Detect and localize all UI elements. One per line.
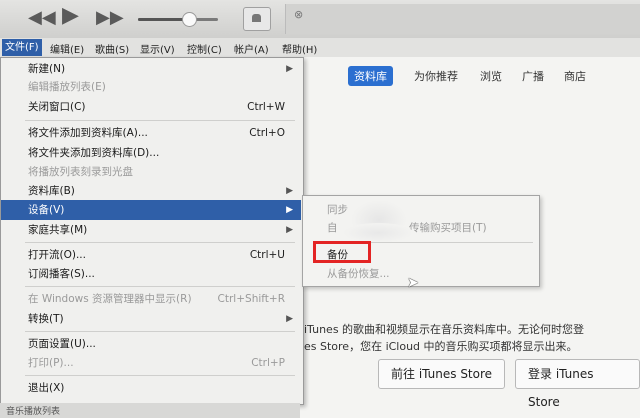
fast-forward-icon[interactable]: ▶▶ xyxy=(96,8,124,28)
menu-item-devices[interactable]: 设备(V) ▶ xyxy=(1,200,301,220)
library-description-line1: iTunes 的歌曲和视频显示在音乐资料库中。无论何时您登 xyxy=(304,323,585,336)
menu-item-open-stream[interactable]: 打开流(O)... Ctrl+U xyxy=(1,245,301,265)
menu-item-print: 打印(P)... Ctrl+P xyxy=(28,357,285,369)
menu-item-page-setup[interactable]: 页面设置(U)... xyxy=(1,334,301,354)
menu-separator xyxy=(25,331,295,332)
tab-library[interactable]: 资料库 xyxy=(348,66,393,86)
volume-knob[interactable] xyxy=(181,12,197,27)
menu-item-home-sharing[interactable]: 家庭共享(M) ▶ xyxy=(1,220,301,240)
submenu-item-transfer-purchases: 自传输购买项目(T) xyxy=(303,218,537,238)
play-icon[interactable]: ▶ xyxy=(62,5,79,27)
sidebar-bottom: 音乐播放列表 xyxy=(0,403,300,418)
menu-item-show-in-explorer: 在 Windows 资源管理器中显示(R) Ctrl+Shift+R xyxy=(28,293,285,305)
chevron-right-icon: ▶ xyxy=(286,64,293,74)
signin-store-button[interactable]: 登录 iTunes Store xyxy=(515,359,640,409)
submenu-item-transfer-suffix: 传输购买项目(T) xyxy=(409,222,487,234)
menu-item-subscribe-podcast[interactable]: 订阅播客(S)... xyxy=(1,264,301,284)
goto-store-button[interactable]: 前往 iTunes Store xyxy=(378,359,506,389)
menu-item-new[interactable]: 新建(N) ▶ xyxy=(1,59,301,79)
tab-browse[interactable]: 浏览 xyxy=(474,66,508,86)
menu-item-convert[interactable]: 转换(T) ▶ xyxy=(1,309,301,329)
menu-bar: 文件(F) 编辑(E) 歌曲(S) 显示(V) 控制(C) 帐户(A) 帮助(H… xyxy=(0,38,640,58)
menu-item-add-file[interactable]: 将文件添加到资料库(A)... Ctrl+O xyxy=(1,123,301,143)
volume-fill xyxy=(138,18,188,21)
menu-item-exit[interactable]: 退出(X) xyxy=(1,378,301,398)
sidebar-section-label: 音乐播放列表 xyxy=(6,407,61,417)
volume-slider[interactable] xyxy=(138,18,218,21)
menu-separator xyxy=(25,120,295,121)
menu-controls[interactable]: 控制(C) xyxy=(187,41,222,56)
menu-separator xyxy=(25,242,295,243)
menu-separator xyxy=(25,286,295,287)
chevron-right-icon: ▶ xyxy=(286,205,293,215)
tab-radio[interactable]: 广播 xyxy=(516,66,550,86)
blurred-device-name xyxy=(343,223,413,243)
menu-help[interactable]: 帮助(H) xyxy=(282,41,317,56)
menu-view[interactable]: 显示(V) xyxy=(140,41,175,56)
file-menu-dropdown: 新建(N) ▶ 编辑播放列表(E) 关闭窗口(C) Ctrl+W 将文件添加到资料库… xyxy=(0,57,304,405)
library-description-line2: es Store，您在 iCloud 中的音乐购买项都将显示出来。 xyxy=(304,340,578,353)
rewind-icon[interactable]: ◀◀ xyxy=(28,8,56,28)
menu-item-add-folder[interactable]: 将文件夹添加到资料库(D)... xyxy=(1,143,301,163)
chevron-right-icon: ▶ xyxy=(286,314,293,324)
menu-edit[interactable]: 编辑(E) xyxy=(50,41,84,56)
tab-store[interactable]: 商店 xyxy=(558,66,592,86)
chevron-right-icon: ▶ xyxy=(286,186,293,196)
chevron-right-icon: ▶ xyxy=(286,225,293,235)
menu-item-close-window[interactable]: 关闭窗口(C) Ctrl+W xyxy=(1,97,301,117)
menu-item-library[interactable]: 资料库(B) ▶ xyxy=(1,181,301,201)
annotation-highlight-box xyxy=(313,241,371,263)
now-playing-display: ⊗ xyxy=(285,4,640,34)
menu-item-burn-playlist: 将播放列表刻录到光盘 xyxy=(28,166,133,178)
mouse-cursor-icon: ➤ xyxy=(407,275,419,291)
menu-item-edit-playlist: 编辑播放列表(E) xyxy=(28,81,106,93)
player-toolbar: ◀◀ ▶ ▶▶ ⊗ xyxy=(0,0,640,39)
airplay-button[interactable] xyxy=(243,7,271,31)
airplay-icon xyxy=(252,14,261,22)
tab-for-you[interactable]: 为你推荐 xyxy=(408,66,464,86)
close-icon[interactable]: ⊗ xyxy=(294,8,303,21)
menu-separator xyxy=(25,375,295,376)
submenu-item-restore: 从备份恢复... xyxy=(327,268,390,280)
menu-account[interactable]: 帐户(A) xyxy=(234,41,269,56)
menu-song[interactable]: 歌曲(S) xyxy=(95,41,129,56)
submenu-item-sync: 同步 xyxy=(327,204,348,216)
menu-file[interactable]: 文件(F) xyxy=(2,39,42,56)
